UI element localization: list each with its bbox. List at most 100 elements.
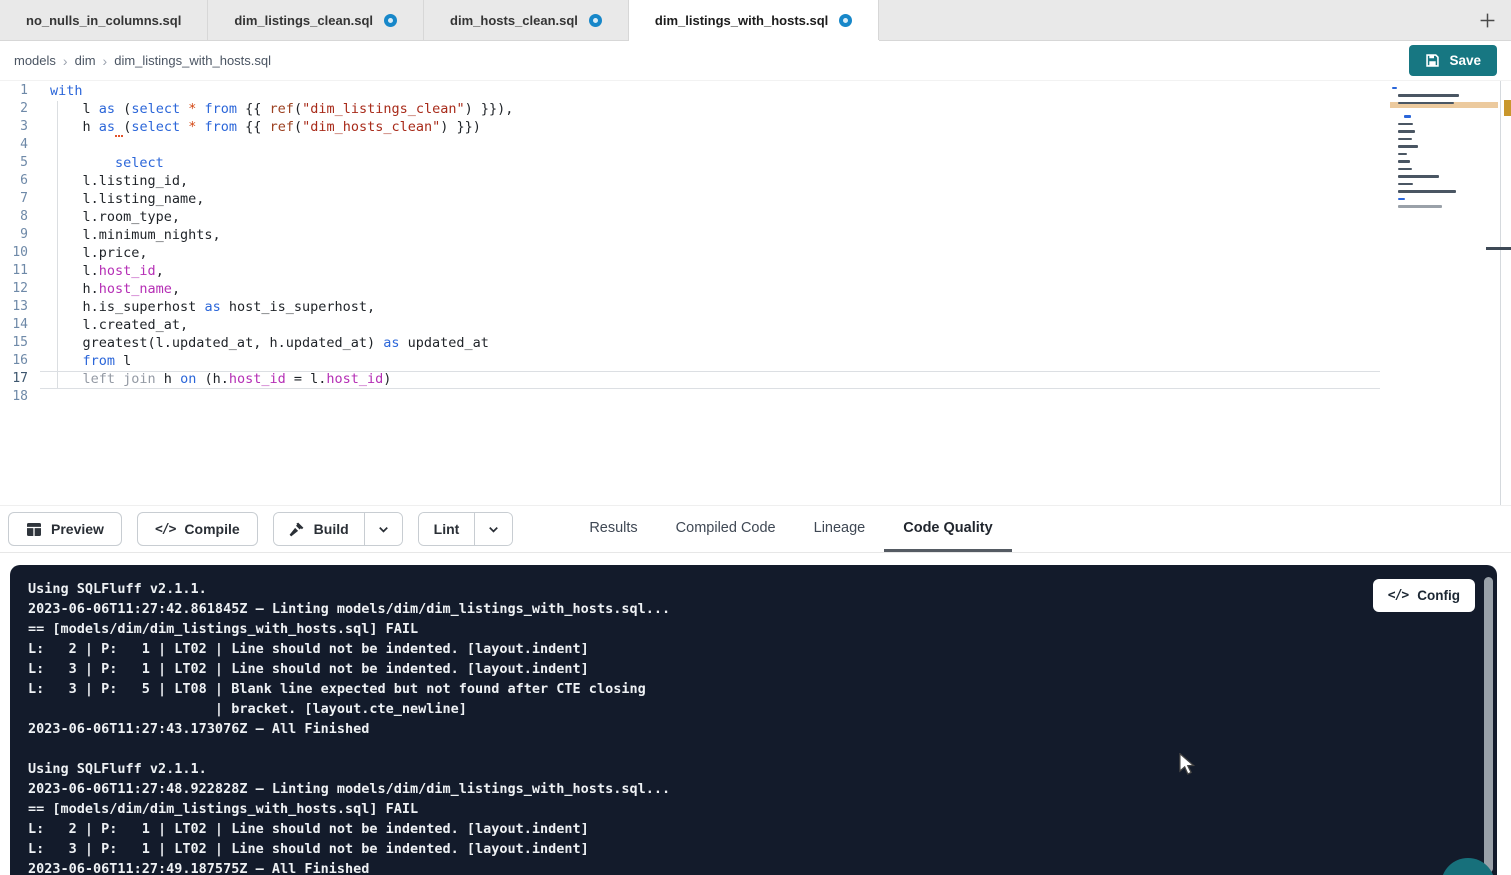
line-number: 5 [0, 155, 40, 173]
code-line[interactable]: l.price, [40, 245, 1380, 263]
line-number: 13 [0, 299, 40, 317]
scroll-position-marker [1486, 247, 1511, 250]
breadcrumb-item[interactable]: dim_listings_with_hosts.sql [114, 53, 271, 68]
terminal-lines: Using SQLFluff v2.1.1.2023-06-06T11:27:4… [28, 579, 1497, 875]
code-line[interactable]: h as (select * from {{ ref("dim_hosts_cl… [40, 119, 1380, 137]
minimap-line [1390, 87, 1498, 93]
code-line[interactable] [40, 137, 1380, 155]
terminal-line: L: 3 | P: 1 | LT02 | Line should not be … [28, 659, 1497, 679]
terminal-line: L: 2 | P: 1 | LT02 | Line should not be … [28, 819, 1497, 839]
line-number: 2 [0, 101, 40, 119]
overview-ruler[interactable] [1500, 81, 1511, 505]
code-line[interactable]: l.listing_name, [40, 191, 1380, 209]
terminal-line: | bracket. [layout.cte_newline] [28, 699, 1497, 719]
code-line[interactable]: left join h on (h.host_id = l.host_id) [40, 371, 1380, 389]
code-line[interactable]: l.room_type, [40, 209, 1380, 227]
terminal-line: Using SQLFluff v2.1.1. [28, 759, 1497, 779]
tab-strip: no_nulls_in_columns.sql dim_listings_clea… [0, 0, 879, 40]
code-icon: </> [1388, 588, 1408, 603]
minimap-line [1390, 198, 1498, 204]
table-icon [26, 522, 42, 537]
preview-button[interactable]: Preview [8, 512, 122, 546]
editor-gutter: 123456789101112131415161718 [0, 83, 40, 407]
editor-toolbar: Preview </> Compile Build Lint [0, 505, 1511, 553]
line-number: 9 [0, 227, 40, 245]
save-label: Save [1449, 53, 1481, 68]
breadcrumb-item[interactable]: models [14, 53, 56, 68]
terminal-scrollbar[interactable] [1484, 577, 1493, 873]
code-editor[interactable]: 123456789101112131415161718 with l as (s… [0, 81, 1511, 505]
panel-tab-code-quality[interactable]: Code Quality [884, 506, 1011, 552]
config-button[interactable]: </> Config [1373, 579, 1475, 612]
minimap-line [1390, 190, 1498, 196]
terminal-line [28, 739, 1497, 759]
minimap[interactable] [1390, 85, 1498, 217]
editor-tab[interactable]: no_nulls_in_columns.sql [0, 0, 208, 40]
code-line[interactable] [40, 389, 1380, 407]
build-menu-button[interactable] [364, 513, 402, 545]
code-line[interactable]: greatest(l.updated_at, h.updated_at) as … [40, 335, 1380, 353]
panel-tab-compiled-code[interactable]: Compiled Code [657, 506, 795, 552]
code-line[interactable]: h.is_superhost as host_is_superhost, [40, 299, 1380, 317]
save-button[interactable]: Save [1409, 45, 1497, 76]
chevron-down-icon [376, 522, 391, 537]
tab-label: dim_listings_clean.sql [234, 13, 373, 28]
save-icon [1425, 53, 1440, 68]
lint-split-button: Lint [418, 512, 514, 546]
line-number: 6 [0, 173, 40, 191]
build-split-button: Build [273, 512, 403, 546]
terminal-line: L: 3 | P: 5 | LT08 | Blank line expected… [28, 679, 1497, 699]
new-tab-button[interactable] [1469, 0, 1505, 40]
minimap-line [1390, 138, 1498, 144]
lint-menu-button[interactable] [474, 513, 512, 545]
terminal-line: Using SQLFluff v2.1.1. [28, 579, 1497, 599]
code-line[interactable]: l.listing_id, [40, 173, 1380, 191]
tab-label: dim_hosts_clean.sql [450, 13, 578, 28]
app-root: no_nulls_in_columns.sql dim_listings_clea… [0, 0, 1511, 875]
build-button[interactable]: Build [274, 513, 364, 545]
code-line[interactable]: l.host_id, [40, 263, 1380, 281]
lint-button[interactable]: Lint [419, 513, 475, 545]
code-icon: </> [155, 522, 175, 537]
minimap-line [1390, 123, 1498, 129]
code-line[interactable]: l.minimum_nights, [40, 227, 1380, 245]
minimap-line [1390, 211, 1498, 217]
line-number: 4 [0, 137, 40, 155]
minimap-line [1390, 175, 1498, 181]
line-number: 16 [0, 353, 40, 371]
code-line[interactable]: from l [40, 353, 1380, 371]
breadcrumb-separator-icon: › [96, 53, 115, 69]
editor-tab[interactable]: dim_listings_clean.sql [208, 0, 424, 40]
code-line[interactable]: with [40, 83, 1380, 101]
line-number: 8 [0, 209, 40, 227]
tab-label: no_nulls_in_columns.sql [26, 13, 181, 28]
panel-tab-results[interactable]: Results [570, 506, 656, 552]
panel-tab-lineage[interactable]: Lineage [795, 506, 885, 552]
editor-tab[interactable]: dim_hosts_clean.sql [424, 0, 629, 40]
editor-code-lines[interactable]: with l as (select * from {{ ref("dim_lis… [40, 83, 1380, 407]
line-number: 10 [0, 245, 40, 263]
terminal-line: 2023-06-06T11:27:49.187575Z — All Finish… [28, 859, 1497, 875]
code-line[interactable]: l.created_at, [40, 317, 1380, 335]
line-number: 14 [0, 317, 40, 335]
editor-tab[interactable]: dim_listings_with_hosts.sql [629, 0, 879, 40]
code-line[interactable]: select [40, 155, 1380, 173]
panel-tabs: ResultsCompiled CodeLineageCode Quality [570, 506, 1011, 552]
breadcrumb-item[interactable]: dim [75, 53, 96, 68]
terminal-line: L: 3 | P: 1 | LT02 | Line should not be … [28, 839, 1497, 859]
code-line[interactable]: l as (select * from {{ ref("dim_listings… [40, 101, 1380, 119]
unsaved-indicator-icon [839, 14, 852, 27]
breadcrumb-separator-icon: › [56, 53, 75, 69]
code-line[interactable]: h.host_name, [40, 281, 1380, 299]
terminal-line: 2023-06-06T11:27:48.922828Z — Linting mo… [28, 779, 1497, 799]
minimap-line [1390, 145, 1498, 151]
terminal-line: 2023-06-06T11:27:43.173076Z — All Finish… [28, 719, 1497, 739]
file-header: models›dim›dim_listings_with_hosts.sql S… [0, 41, 1511, 81]
terminal-line: L: 2 | P: 1 | LT02 | Line should not be … [28, 639, 1497, 659]
preview-label: Preview [51, 521, 104, 537]
terminal-line: == [models/dim/dim_listings_with_hosts.s… [28, 799, 1497, 819]
terminal-line: 2023-06-06T11:27:42.861845Z — Linting mo… [28, 599, 1497, 619]
breadcrumb: models›dim›dim_listings_with_hosts.sql [14, 53, 271, 69]
line-number: 15 [0, 335, 40, 353]
compile-button[interactable]: </> Compile [137, 512, 258, 546]
